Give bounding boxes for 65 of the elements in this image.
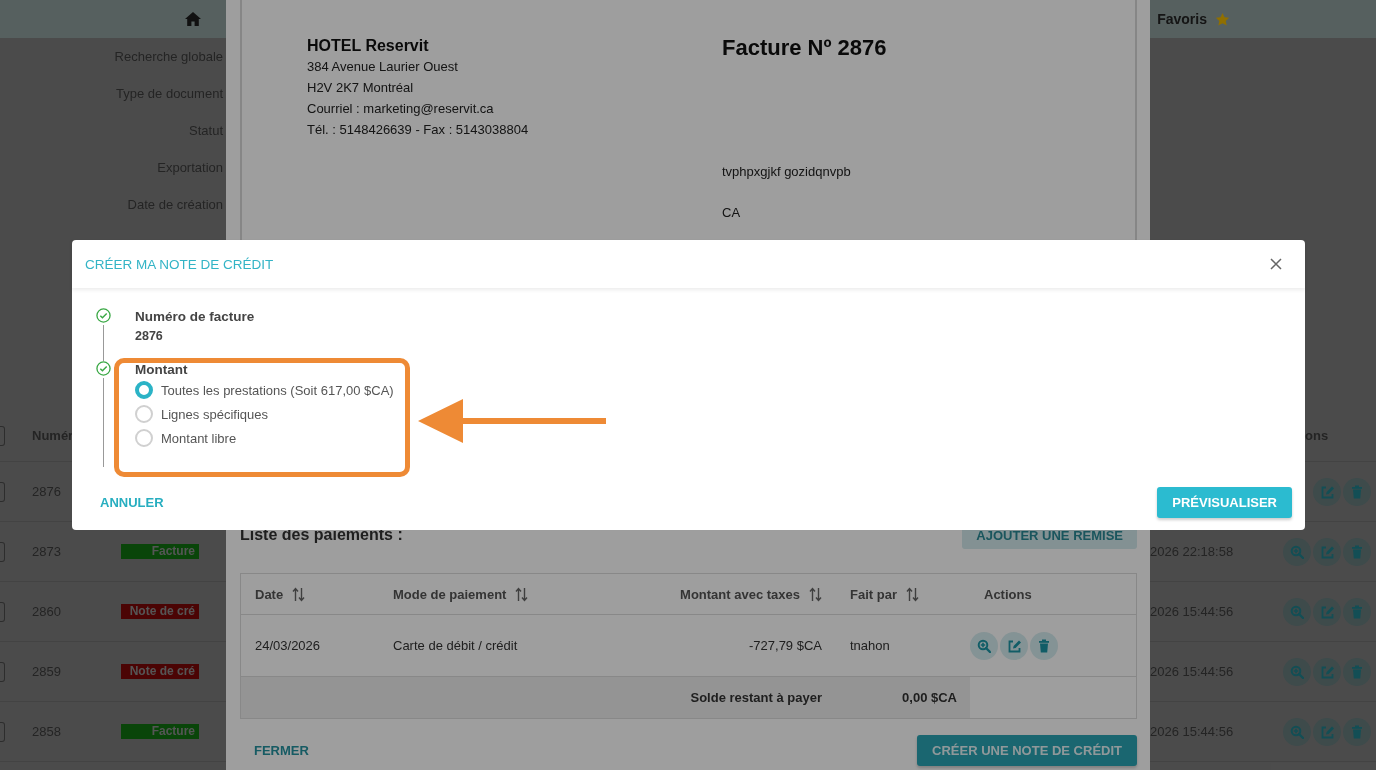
- edit-icon[interactable]: [1320, 664, 1334, 679]
- zoom-in-icon[interactable]: [977, 638, 991, 653]
- radio-button[interactable]: [135, 381, 153, 399]
- close-button[interactable]: FERMER: [240, 737, 323, 764]
- address-line: Courriel : marketing@reservit.ca: [307, 100, 495, 118]
- home-icon[interactable]: [185, 12, 201, 26]
- checkbox[interactable]: [0, 481, 5, 502]
- favorites-link[interactable]: Favoris: [1157, 11, 1207, 27]
- cancel-button[interactable]: ANNULER: [86, 489, 178, 516]
- checkbox[interactable]: [0, 661, 5, 682]
- trash-icon[interactable]: [1350, 664, 1364, 679]
- edit-icon[interactable]: [1007, 638, 1021, 653]
- zoom-in-icon[interactable]: [1290, 664, 1304, 679]
- zoom-in-icon[interactable]: [1290, 724, 1304, 739]
- radio-label[interactable]: Montant libre: [161, 430, 237, 446]
- checkbox[interactable]: [0, 601, 5, 622]
- sort-icon[interactable]: [515, 586, 529, 602]
- address-line: 384 Avenue Laurier Ouest: [307, 58, 459, 76]
- balance-value: 0,00 $CA: [836, 677, 970, 718]
- status-badge: Facture: [121, 724, 199, 739]
- column-header[interactable]: Mode de paiement: [393, 586, 507, 602]
- trash-icon[interactable]: [1037, 638, 1051, 653]
- trash-icon[interactable]: [1350, 544, 1364, 559]
- address-line: H2V 2K7 Montréal: [307, 79, 415, 97]
- sort-icon[interactable]: [809, 586, 822, 602]
- close-icon[interactable]: [1270, 258, 1282, 270]
- radio-label[interactable]: Lignes spécifiques: [161, 406, 268, 422]
- status-badge: Note de cré: [121, 664, 199, 679]
- invoice-title: Facture Nº 2876: [722, 35, 887, 61]
- radio-button[interactable]: [135, 429, 153, 447]
- trash-icon[interactable]: [1350, 724, 1364, 739]
- sort-icon[interactable]: [292, 586, 306, 602]
- step-value: 2876: [135, 328, 164, 345]
- zoom-in-button[interactable]: [970, 631, 998, 660]
- edit-icon[interactable]: [1320, 484, 1334, 499]
- status-badge: Note de cré: [121, 604, 199, 619]
- zoom-in-icon[interactable]: [1290, 604, 1304, 619]
- step-title: Numéro de facture: [135, 308, 255, 325]
- checkbox[interactable]: [0, 425, 5, 446]
- balance-label: Solde restant à payer: [241, 677, 836, 718]
- trash-button[interactable]: [1030, 631, 1058, 660]
- edit-button[interactable]: [1000, 631, 1028, 660]
- address-line: tvphpxgjkf gozidqnvpb: [722, 163, 852, 181]
- column-header[interactable]: Actions: [984, 586, 1032, 602]
- company-name: HOTEL Reservit: [307, 36, 430, 56]
- column-header[interactable]: Fait par: [850, 586, 897, 602]
- radio-button[interactable]: [135, 405, 153, 423]
- address-line: CA: [722, 204, 742, 222]
- checkbox[interactable]: [0, 721, 5, 742]
- trash-icon[interactable]: [1350, 604, 1364, 619]
- sort-icon[interactable]: [905, 586, 919, 602]
- column-header[interactable]: Date: [255, 586, 284, 602]
- star-icon[interactable]: [1215, 11, 1230, 27]
- column-header[interactable]: Montant avec taxes: [680, 586, 800, 602]
- edit-icon[interactable]: [1320, 604, 1334, 619]
- edit-icon[interactable]: [1320, 544, 1334, 559]
- edit-icon[interactable]: [1320, 724, 1334, 739]
- trash-icon[interactable]: [1350, 484, 1364, 499]
- address-line: Tél. : 5148426639 - Fax : 5143038804: [307, 121, 530, 139]
- checkbox[interactable]: [0, 541, 5, 562]
- dialog-title: CRÉER MA NOTE DE CRÉDIT: [85, 256, 274, 272]
- step-title: Montant: [135, 361, 189, 378]
- status-badge: Facture: [121, 544, 199, 559]
- radio-label[interactable]: Toutes les prestations (Soit 617,00 $CA): [161, 382, 394, 398]
- zoom-in-icon[interactable]: [1290, 544, 1304, 559]
